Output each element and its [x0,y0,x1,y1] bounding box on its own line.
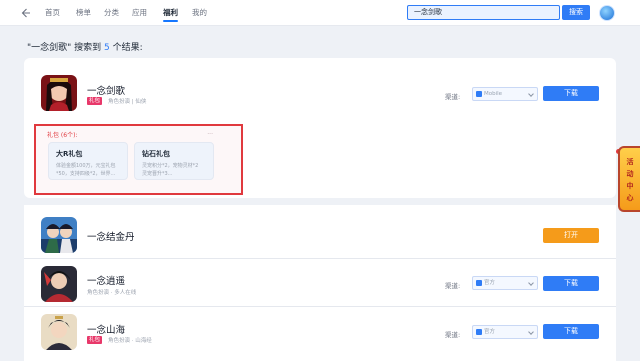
row-divider [24,306,616,307]
active-tab-indicator [163,20,178,22]
top-nav-bar: 首页 榜单 分类 应用 福利 我的 一念剑歌 搜索 [0,0,640,26]
channel-value: 官方 [484,329,496,335]
results-prefix: "一念剑歌" 搜索到 [27,43,102,53]
search-input[interactable]: 一念剑歌 [407,5,560,20]
channel-select[interactable]: 官方 [472,276,538,290]
back-arrow-icon[interactable] [19,7,31,19]
game-subtitle: 角色扮演 · 山海经 [108,338,152,344]
game-art-icon [41,314,77,350]
tab-home[interactable]: 首页 [45,8,60,18]
gift-panel-title: 礼包 (6个): [47,132,78,139]
channel-label: 渠道: [445,282,461,290]
channel-icon [476,91,482,97]
game-title[interactable]: 一念结金丹 [87,229,135,243]
user-avatar[interactable] [599,5,615,21]
channel-select[interactable]: Mobile [472,87,538,101]
activity-center-label: 活动中心 [626,158,634,202]
download-button[interactable]: 下载 [543,324,599,339]
tab-rankings[interactable]: 榜单 [76,8,91,18]
game-icon-yinianjiejindan[interactable] [41,217,77,253]
game-subtitle: 角色扮演 | 仙侠 [108,99,147,105]
gift-desc-line1: 灵宠积分*2，宠物灵材*2 [142,163,199,169]
chevron-down-icon [528,280,534,286]
gift-name: 钻石礼包 [142,150,170,158]
gift-more-icon[interactable]: ... [207,129,213,136]
game-art-icon [41,266,77,302]
channel-select[interactable]: 官方 [472,325,538,339]
channel-label: 渠道: [445,93,461,101]
game-icon-yinianxiaoyao[interactable] [41,266,77,302]
results-heading: "一念剑歌" 搜索到 5 个结果: [27,40,143,53]
gift-name: 大R礼包 [56,150,83,158]
channel-value: 官方 [484,280,496,286]
row-divider [24,258,616,259]
chevron-down-icon [528,91,534,97]
channel-icon [476,280,482,286]
gift-tag-badge: 礼包 [87,336,103,344]
game-art-icon [41,217,77,253]
open-button[interactable]: 打开 [543,228,599,243]
game-icon-yinianjiange[interactable] [41,75,77,111]
tab-benefits[interactable]: 福利 [163,8,178,18]
download-button[interactable]: 下载 [543,276,599,291]
results-count: 5 [104,43,110,53]
gift-pack-panel: 礼包 (6个): ... 大R礼包 体验金额100万，元宝礼包 *50，支持四级… [34,124,243,195]
chevron-down-icon [528,329,534,335]
tab-mine[interactable]: 我的 [192,8,207,18]
gift-card-big-r[interactable]: 大R礼包 体验金额100万，元宝礼包 *50，支持四级*2，世界... [48,142,128,180]
tab-apps[interactable]: 应用 [132,8,147,18]
gift-desc-line2: *50，支持四级*2，世界... [56,171,116,177]
tab-categories[interactable]: 分类 [104,8,119,18]
game-title[interactable]: 一念山海 [87,322,125,336]
gift-desc-line2: 灵宠晋升*3... [142,171,173,177]
game-icon-yinianshanhai[interactable] [41,314,77,350]
channel-icon [476,329,482,335]
game-title[interactable]: 一念剑歌 [87,83,125,97]
game-art-icon [41,75,77,111]
search-button[interactable]: 搜索 [562,5,590,20]
game-title[interactable]: 一念逍遥 [87,273,125,287]
channel-value: Mobile [484,91,503,97]
gift-tag-badge: 礼包 [87,97,103,105]
activity-center-tab[interactable]: 活动中心 [618,146,640,212]
channel-label: 渠道: [445,331,461,339]
download-button[interactable]: 下载 [543,86,599,101]
gift-card-diamond[interactable]: 钻石礼包 灵宠积分*2，宠物灵材*2 灵宠晋升*3... [134,142,214,180]
game-subtitle: 角色扮演 · 多人在线 [87,290,137,296]
results-suffix: 个结果: [112,43,143,53]
gift-desc-line1: 体验金额100万，元宝礼包 [56,163,116,169]
